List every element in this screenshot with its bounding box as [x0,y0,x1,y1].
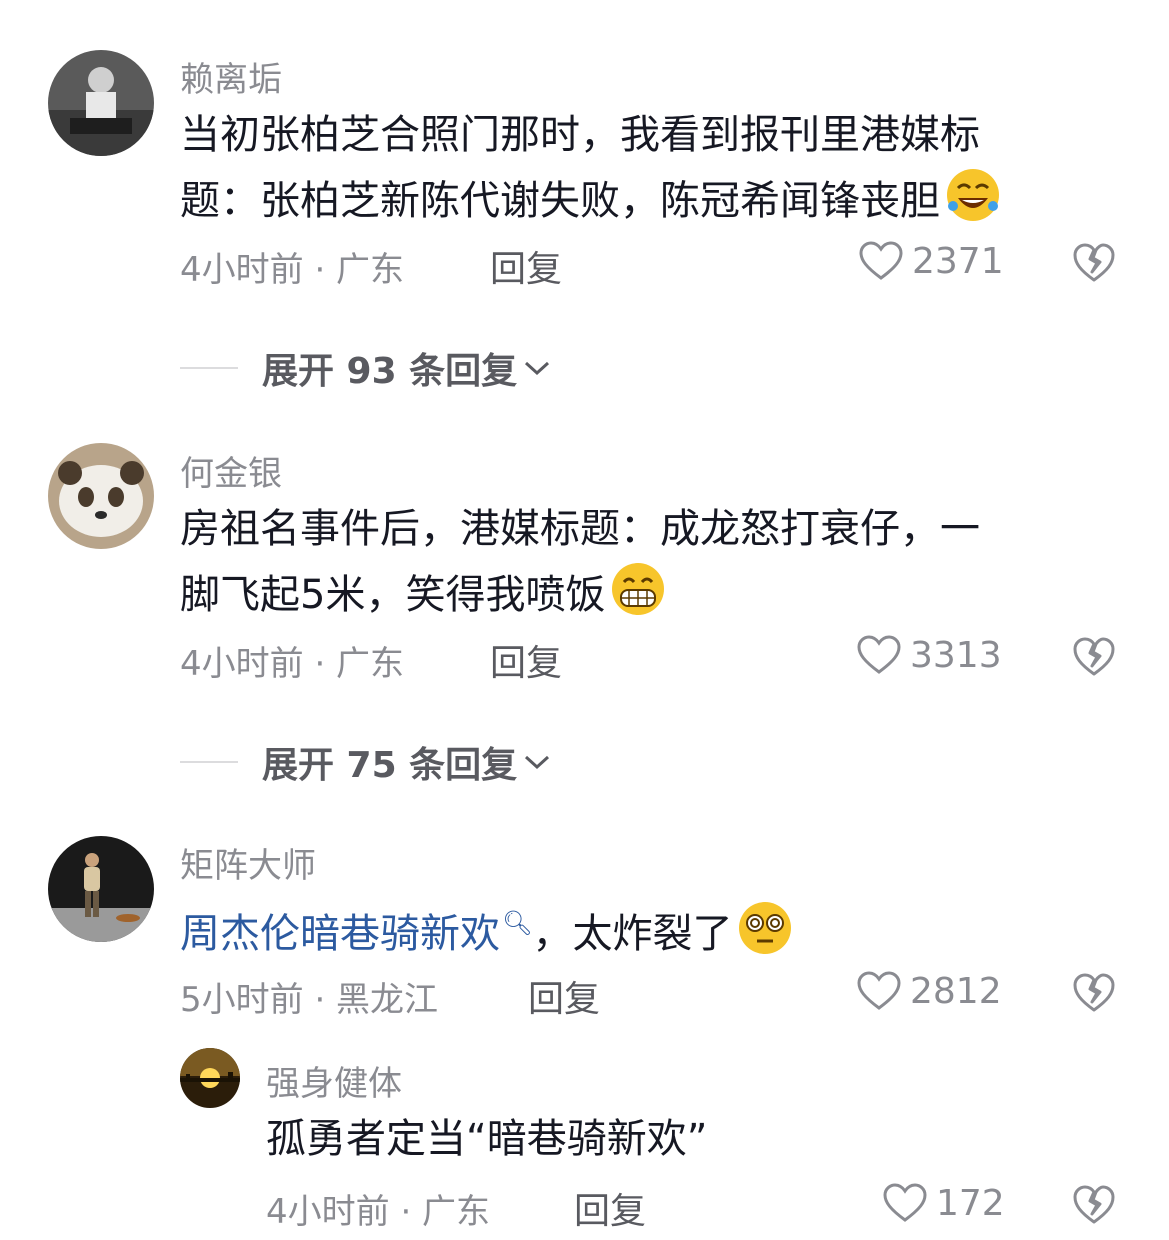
comment-text: 孤勇者定当“暗巷骑新欢” [266,1108,707,1170]
username[interactable]: 赖离垢 [180,52,282,101]
comment-line: 当初张柏芝合照门那时，我看到报刊里港媒标 [180,112,980,158]
avatar[interactable] [48,443,154,549]
heart-outline-icon [883,1183,927,1222]
heart-outline-icon [859,241,903,280]
comment-meta: 4小时前 · 广东 [180,250,405,290]
avatar[interactable] [48,50,154,156]
comment-line: 房祖名事件后，港媒标题：成龙怒打衰仔，一 [180,506,980,552]
comment-line: 题：张柏芝新陈代谢失败，陈冠希闻锋丧胆 [180,178,940,224]
heart-outline-icon [857,635,901,674]
username[interactable]: 矩阵大师 [180,838,316,887]
broken-heart-icon[interactable] [1072,636,1116,678]
broken-heart-icon[interactable] [1072,242,1116,284]
expand-replies-button[interactable]: 展开 93 条回复 [180,342,551,394]
comment-meta: 4小时前 · 广东 [266,1192,491,1232]
reply-button[interactable]: 回复 [490,240,562,292]
like-count: 172 [936,1182,1005,1224]
comment-meta: 4小时前 · 广东 [180,644,405,684]
divider [180,761,238,763]
search-icon[interactable]: 🔍︎ [502,909,532,937]
like-count: 2371 [912,240,1004,282]
comment-line-wrap: 题：张柏芝新陈代谢失败，陈冠希闻锋丧胆 [180,166,1002,232]
reply-button[interactable]: 回复 [490,634,562,686]
like-count: 2812 [910,970,1002,1012]
comment-text: 当初张柏芝合照门那时，我看到报刊里港媒标 题：张柏芝新陈代谢失败，陈冠希闻锋丧胆 [180,104,1002,232]
broken-heart-icon[interactable] [1072,1184,1116,1226]
like-button[interactable]: 2812 [856,970,1002,1012]
divider [180,367,238,369]
comment-text: 周杰伦暗巷骑新欢🔍︎，太炸裂了 [180,892,794,965]
grinning-emoji [609,560,667,618]
heart-outline-icon [857,971,901,1010]
chevron-down-icon [525,361,550,376]
comment-line: 脚飞起5米，笑得我喷饭 [180,572,606,618]
like-button[interactable]: 3313 [856,634,1002,676]
dizzy-eyes-emoji [736,899,794,957]
search-keyword-link[interactable]: 周杰伦暗巷骑新欢 [180,911,500,957]
comment-line: ，太炸裂了 [532,911,733,957]
avatar[interactable] [180,1048,240,1108]
comment-text: 房祖名事件后，港媒标题：成龙怒打衰仔，一 脚飞起5米，笑得我喷饭 [180,498,980,626]
avatar[interactable] [48,836,154,942]
chevron-down-icon [525,755,550,770]
like-button[interactable]: 172 [882,1182,1005,1224]
like-button[interactable]: 2371 [858,240,1004,282]
reply-button[interactable]: 回复 [528,970,600,1022]
expand-replies-label: 展开 75 条回复 [262,745,518,786]
comment-line: 孤勇者定当“暗巷骑新欢” [266,1116,708,1162]
username[interactable]: 何金银 [180,446,282,495]
reply-button[interactable]: 回复 [574,1182,646,1234]
expand-replies-button[interactable]: 展开 75 条回复 [180,736,551,788]
username[interactable]: 强身健体 [266,1056,402,1105]
comment-line-wrap: 周杰伦暗巷骑新欢🔍︎，太炸裂了 [180,892,794,965]
like-count: 3313 [910,634,1002,676]
comment-meta: 5小时前 · 黑龙江 [180,980,439,1020]
expand-replies-label: 展开 93 条回复 [262,351,518,392]
broken-heart-icon[interactable] [1072,972,1116,1014]
comment-line-wrap: 脚飞起5米，笑得我喷饭 [180,560,980,626]
rolling-on-floor-laughing-emoji [944,166,1002,224]
